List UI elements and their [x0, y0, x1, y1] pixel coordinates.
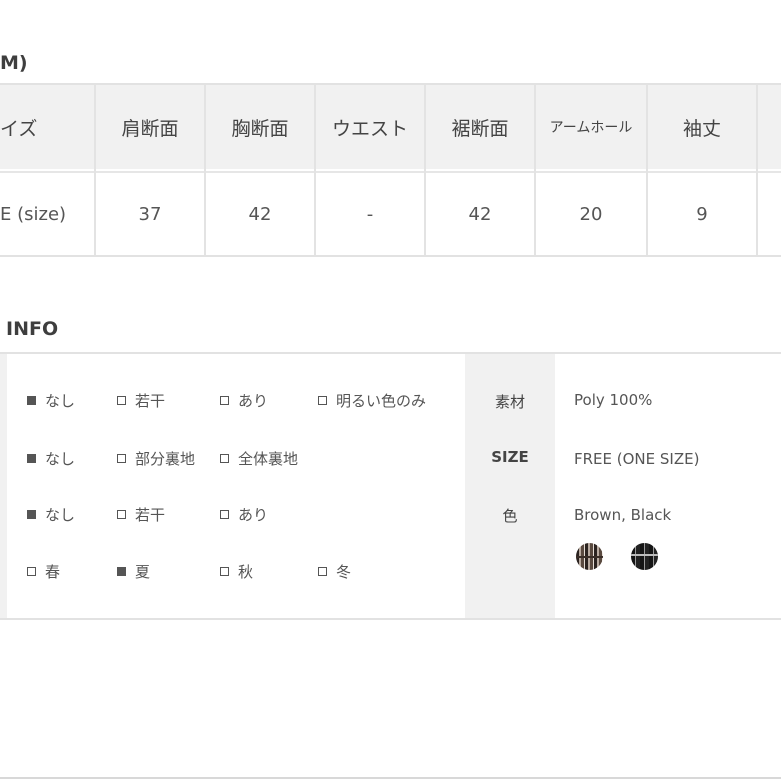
- header-shoulder: 肩断面: [96, 85, 204, 169]
- spec-value-size: FREE (ONE SIZE): [574, 450, 700, 468]
- row-size: E (size): [0, 173, 94, 255]
- option-item: 秋: [220, 561, 253, 582]
- bottom-divider: [0, 777, 781, 779]
- option-label: 明るい色のみ: [336, 392, 427, 410]
- column-divider: [424, 85, 426, 255]
- black-plaid-swatch-icon: [631, 543, 658, 570]
- option-item: 全体裏地: [220, 448, 298, 469]
- option-label: 若干: [135, 392, 166, 410]
- column-divider: [314, 85, 316, 255]
- option-label: 秋: [238, 563, 254, 581]
- checkbox-icon: [117, 567, 126, 576]
- option-item: なし: [27, 504, 75, 525]
- option-label: 夏: [135, 563, 151, 581]
- option-item: 明るい色のみ: [318, 390, 426, 411]
- option-label: あり: [238, 392, 269, 410]
- checkbox-icon: [117, 454, 126, 463]
- size-table-header-row: イズ 肩断面 胸断面 ウエスト 裾断面 アームホール 袖丈: [0, 85, 781, 169]
- spec-label-size: SIZE: [491, 448, 529, 466]
- info-left-strip: [0, 354, 7, 618]
- checkbox-icon: [220, 567, 229, 576]
- checkbox-icon: [318, 396, 327, 405]
- option-item: 部分裏地: [117, 448, 195, 469]
- option-item: 春: [27, 561, 60, 582]
- option-item: 若干: [117, 504, 165, 525]
- row-sleeve: 9: [648, 173, 756, 255]
- checkbox-icon: [117, 510, 126, 519]
- option-item: 夏: [117, 561, 150, 582]
- option-label: なし: [45, 450, 76, 468]
- row-chest: 42: [206, 173, 314, 255]
- option-item: 冬: [318, 561, 351, 582]
- size-section-title: M): [0, 52, 28, 74]
- checkbox-icon: [318, 567, 327, 576]
- spec-label-material: 素材: [494, 393, 525, 411]
- checkbox-icon: [117, 396, 126, 405]
- checkbox-icon: [220, 454, 229, 463]
- brown-plaid-swatch-icon: [576, 543, 603, 570]
- checkbox-icon: [27, 567, 36, 576]
- column-divider: [204, 85, 206, 255]
- size-table-row: E (size) 37 42 - 42 20 9: [0, 171, 781, 255]
- header-armhole: アームホール: [536, 85, 646, 169]
- checkbox-icon: [27, 510, 36, 519]
- checkbox-icon: [27, 454, 36, 463]
- column-divider: [646, 85, 648, 255]
- spec-label-color: 色: [502, 507, 518, 525]
- option-label: 春: [45, 563, 61, 581]
- option-label: なし: [45, 506, 76, 524]
- column-divider: [94, 85, 96, 255]
- option-label: 部分裏地: [135, 450, 196, 468]
- option-item: あり: [220, 390, 268, 411]
- info-section-title: INFO: [6, 318, 59, 340]
- header-size: イズ: [0, 85, 94, 169]
- option-item: なし: [27, 390, 75, 411]
- option-label: あり: [238, 506, 269, 524]
- spec-value-color: Brown, Black: [574, 506, 672, 524]
- option-item: 若干: [117, 390, 165, 411]
- spec-value-material: Poly 100%: [574, 391, 653, 409]
- row-armhole: 20: [536, 173, 646, 255]
- header-waist: ウエスト: [316, 85, 424, 169]
- option-label: 若干: [135, 506, 166, 524]
- checkbox-icon: [220, 396, 229, 405]
- size-table: イズ 肩断面 胸断面 ウエスト 裾断面 アームホール 袖丈 E (size) 3…: [0, 83, 781, 257]
- row-shoulder: 37: [96, 173, 204, 255]
- column-divider: [756, 85, 758, 255]
- option-item: あり: [220, 504, 268, 525]
- header-sleeve: 袖丈: [648, 85, 756, 169]
- option-label: なし: [45, 392, 76, 410]
- checkbox-icon: [220, 510, 229, 519]
- header-hem: 裾断面: [426, 85, 534, 169]
- column-divider: [534, 85, 536, 255]
- row-hem: 42: [426, 173, 534, 255]
- header-extra: [758, 85, 781, 169]
- row-waist: -: [316, 173, 424, 255]
- option-label: 冬: [336, 563, 352, 581]
- option-label: 全体裏地: [238, 450, 299, 468]
- option-item: なし: [27, 448, 75, 469]
- checkbox-icon: [27, 396, 36, 405]
- header-chest: 胸断面: [206, 85, 314, 169]
